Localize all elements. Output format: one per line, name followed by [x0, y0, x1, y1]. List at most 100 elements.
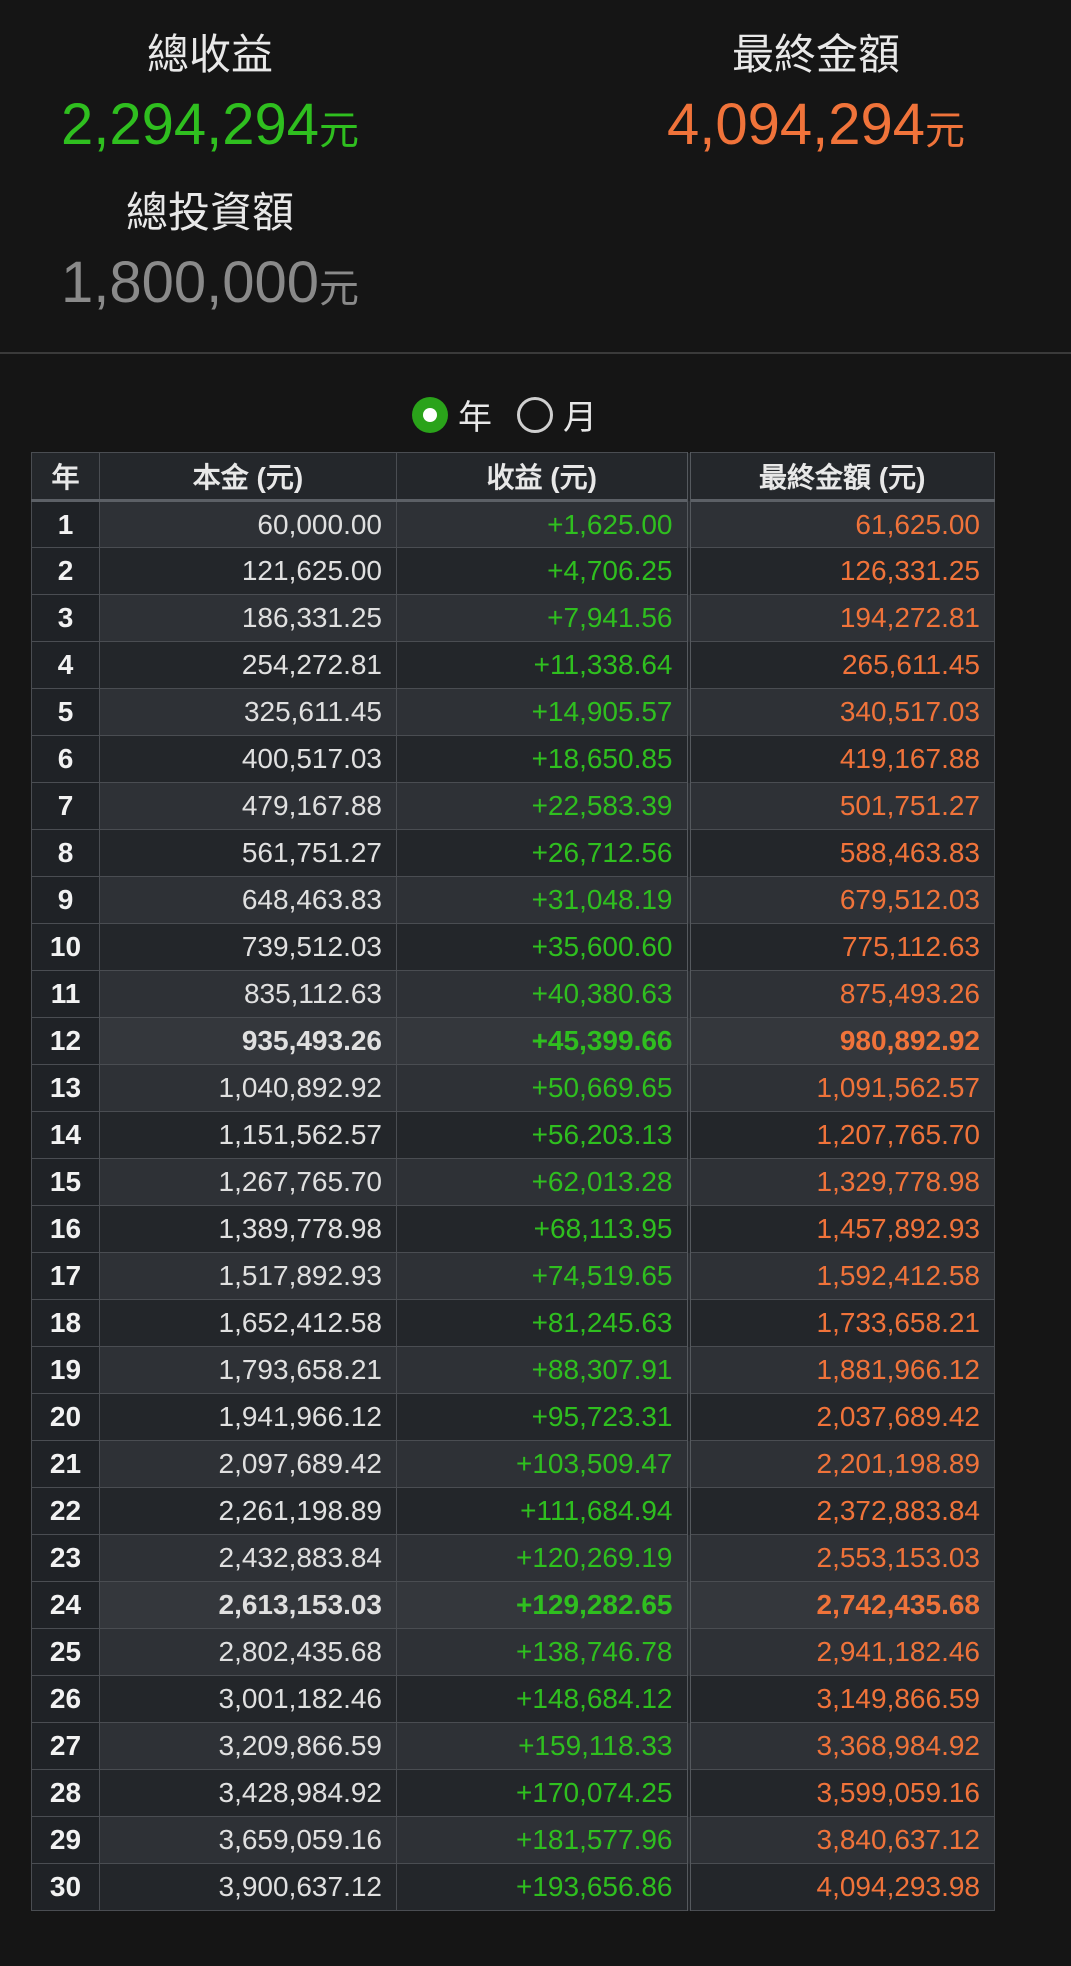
table-row: 18 1,652,412.58 +81,245.63 1,733,658.21 [31, 1299, 995, 1347]
cell-principal: 1,941,966.12 [99, 1393, 397, 1441]
total-gain-value-line: 2,294,294元 [20, 96, 400, 154]
cell-final: 1,457,892.93 [688, 1205, 995, 1253]
total-gain-stat: 總收益 2,294,294元 [20, 34, 400, 154]
cell-year: 6 [31, 735, 100, 783]
cell-gain: +138,746.78 [396, 1628, 691, 1676]
cell-final: 2,372,883.84 [688, 1487, 995, 1535]
cell-gain: +193,656.86 [396, 1863, 691, 1911]
header-final: 最終金額 (元) [688, 452, 995, 502]
cell-principal: 400,517.03 [99, 735, 397, 783]
cell-final: 2,553,153.03 [688, 1534, 995, 1582]
radio-selected-icon[interactable] [412, 396, 448, 433]
total-gain-unit: 元 [319, 109, 360, 153]
cell-final: 126,331.25 [688, 547, 995, 595]
cell-final: 679,512.03 [688, 876, 995, 924]
cell-principal: 325,611.45 [99, 688, 397, 736]
cell-final: 194,272.81 [688, 594, 995, 642]
cell-final: 340,517.03 [688, 688, 995, 736]
cell-principal: 1,040,892.92 [99, 1064, 397, 1112]
cell-principal: 479,167.88 [99, 782, 397, 830]
cell-gain: +1,625.00 [396, 500, 691, 548]
table-row: 21 2,097,689.42 +103,509.47 2,201,198.89 [31, 1440, 995, 1488]
cell-final: 4,094,293.98 [688, 1863, 995, 1911]
table-row: 22 2,261,198.89 +111,684.94 2,372,883.84 [31, 1487, 995, 1535]
cell-final: 2,941,182.46 [688, 1628, 995, 1676]
cell-principal: 835,112.63 [99, 970, 397, 1018]
total-invested-label: 總投資額 [125, 189, 294, 236]
cell-gain: +103,509.47 [396, 1440, 691, 1488]
cell-gain: +7,941.56 [396, 594, 691, 642]
cell-year: 22 [31, 1487, 100, 1535]
table-row: 28 3,428,984.92 +170,074.25 3,599,059.16 [31, 1769, 995, 1817]
cell-year: 26 [31, 1675, 100, 1723]
radio-yearly[interactable]: 年 [412, 390, 492, 439]
cell-year: 8 [31, 829, 100, 877]
cell-gain: +11,338.64 [396, 641, 691, 689]
table-row: 24 2,613,153.03 +129,282.65 2,742,435.68 [31, 1581, 995, 1629]
cell-final: 3,368,984.92 [688, 1722, 995, 1770]
cell-final: 1,207,765.70 [688, 1111, 995, 1159]
cell-year: 7 [31, 782, 100, 830]
cell-principal: 254,272.81 [99, 641, 397, 689]
table-row: 30 3,900,637.12 +193,656.86 4,094,293.98 [31, 1863, 995, 1911]
cell-year: 10 [31, 923, 100, 971]
total-invested-value: 1,800,000 [60, 250, 320, 315]
cell-gain: +129,282.65 [396, 1581, 691, 1629]
cell-final: 3,599,059.16 [688, 1769, 995, 1817]
cell-principal: 3,900,637.12 [99, 1863, 397, 1911]
cell-final: 875,493.26 [688, 970, 995, 1018]
cell-final: 419,167.88 [688, 735, 995, 783]
cell-year: 9 [31, 876, 100, 924]
table-row: 10 739,512.03 +35,600.60 775,112.63 [31, 923, 995, 971]
cell-final: 1,733,658.21 [688, 1299, 995, 1347]
table-row: 7 479,167.88 +22,583.39 501,751.27 [31, 782, 995, 830]
cell-final: 775,112.63 [688, 923, 995, 971]
radio-yearly-label: 年 [458, 399, 492, 437]
table-row: 27 3,209,866.59 +159,118.33 3,368,984.92 [31, 1722, 995, 1770]
cell-principal: 121,625.00 [99, 547, 397, 595]
radio-monthly[interactable]: 月 [517, 390, 597, 439]
cell-year: 29 [31, 1816, 100, 1864]
table-row: 26 3,001,182.46 +148,684.12 3,149,866.59 [31, 1675, 995, 1723]
cell-gain: +22,583.39 [396, 782, 691, 830]
cell-principal: 561,751.27 [99, 829, 397, 877]
cell-principal: 2,802,435.68 [99, 1628, 397, 1676]
cell-year: 3 [31, 594, 100, 642]
cell-year: 21 [31, 1440, 100, 1488]
radio-monthly-label: 月 [563, 399, 597, 437]
table-row: 13 1,040,892.92 +50,669.65 1,091,562.57 [31, 1064, 995, 1112]
cell-principal: 1,151,562.57 [99, 1111, 397, 1159]
table-row: 12 935,493.26 +45,399.66 980,892.92 [31, 1017, 995, 1065]
total-invested-value-line: 1,800,000元 [20, 254, 400, 312]
cell-final: 3,149,866.59 [688, 1675, 995, 1723]
cell-gain: +4,706.25 [396, 547, 691, 595]
cell-gain: +148,684.12 [396, 1675, 691, 1723]
cell-final: 3,840,637.12 [688, 1816, 995, 1864]
cell-year: 19 [31, 1346, 100, 1394]
cell-gain: +170,074.25 [396, 1769, 691, 1817]
table-row: 17 1,517,892.93 +74,519.65 1,592,412.58 [31, 1252, 995, 1300]
cell-principal: 935,493.26 [99, 1017, 397, 1065]
cell-principal: 739,512.03 [99, 923, 397, 971]
cell-final: 2,742,435.68 [688, 1581, 995, 1629]
cell-final: 61,625.00 [688, 500, 995, 548]
cell-year: 24 [31, 1581, 100, 1629]
table-row: 4 254,272.81 +11,338.64 265,611.45 [31, 641, 995, 689]
period-toggle: 年 月 [0, 390, 1071, 437]
cell-gain: +111,684.94 [396, 1487, 691, 1535]
cell-gain: +95,723.31 [396, 1393, 691, 1441]
cell-year: 11 [31, 970, 100, 1018]
cell-gain: +74,519.65 [396, 1252, 691, 1300]
cell-final: 501,751.27 [688, 782, 995, 830]
table-row: 5 325,611.45 +14,905.57 340,517.03 [31, 688, 995, 736]
cell-gain: +31,048.19 [396, 876, 691, 924]
cell-principal: 1,652,412.58 [99, 1299, 397, 1347]
cell-gain: +120,269.19 [396, 1534, 691, 1582]
cell-gain: +14,905.57 [396, 688, 691, 736]
cell-principal: 3,209,866.59 [99, 1722, 397, 1770]
cell-principal: 3,001,182.46 [99, 1675, 397, 1723]
cell-year: 18 [31, 1299, 100, 1347]
summary-panel: 總收益 2,294,294元 最終金額 4,094,294元 總投資額 1,80… [0, 0, 1071, 352]
results-table: 年 本金 (元) 收益 (元) 最終金額 (元) 1 60,000.00 +1,62… [31, 452, 995, 1911]
radio-unselected-icon[interactable] [517, 396, 553, 433]
